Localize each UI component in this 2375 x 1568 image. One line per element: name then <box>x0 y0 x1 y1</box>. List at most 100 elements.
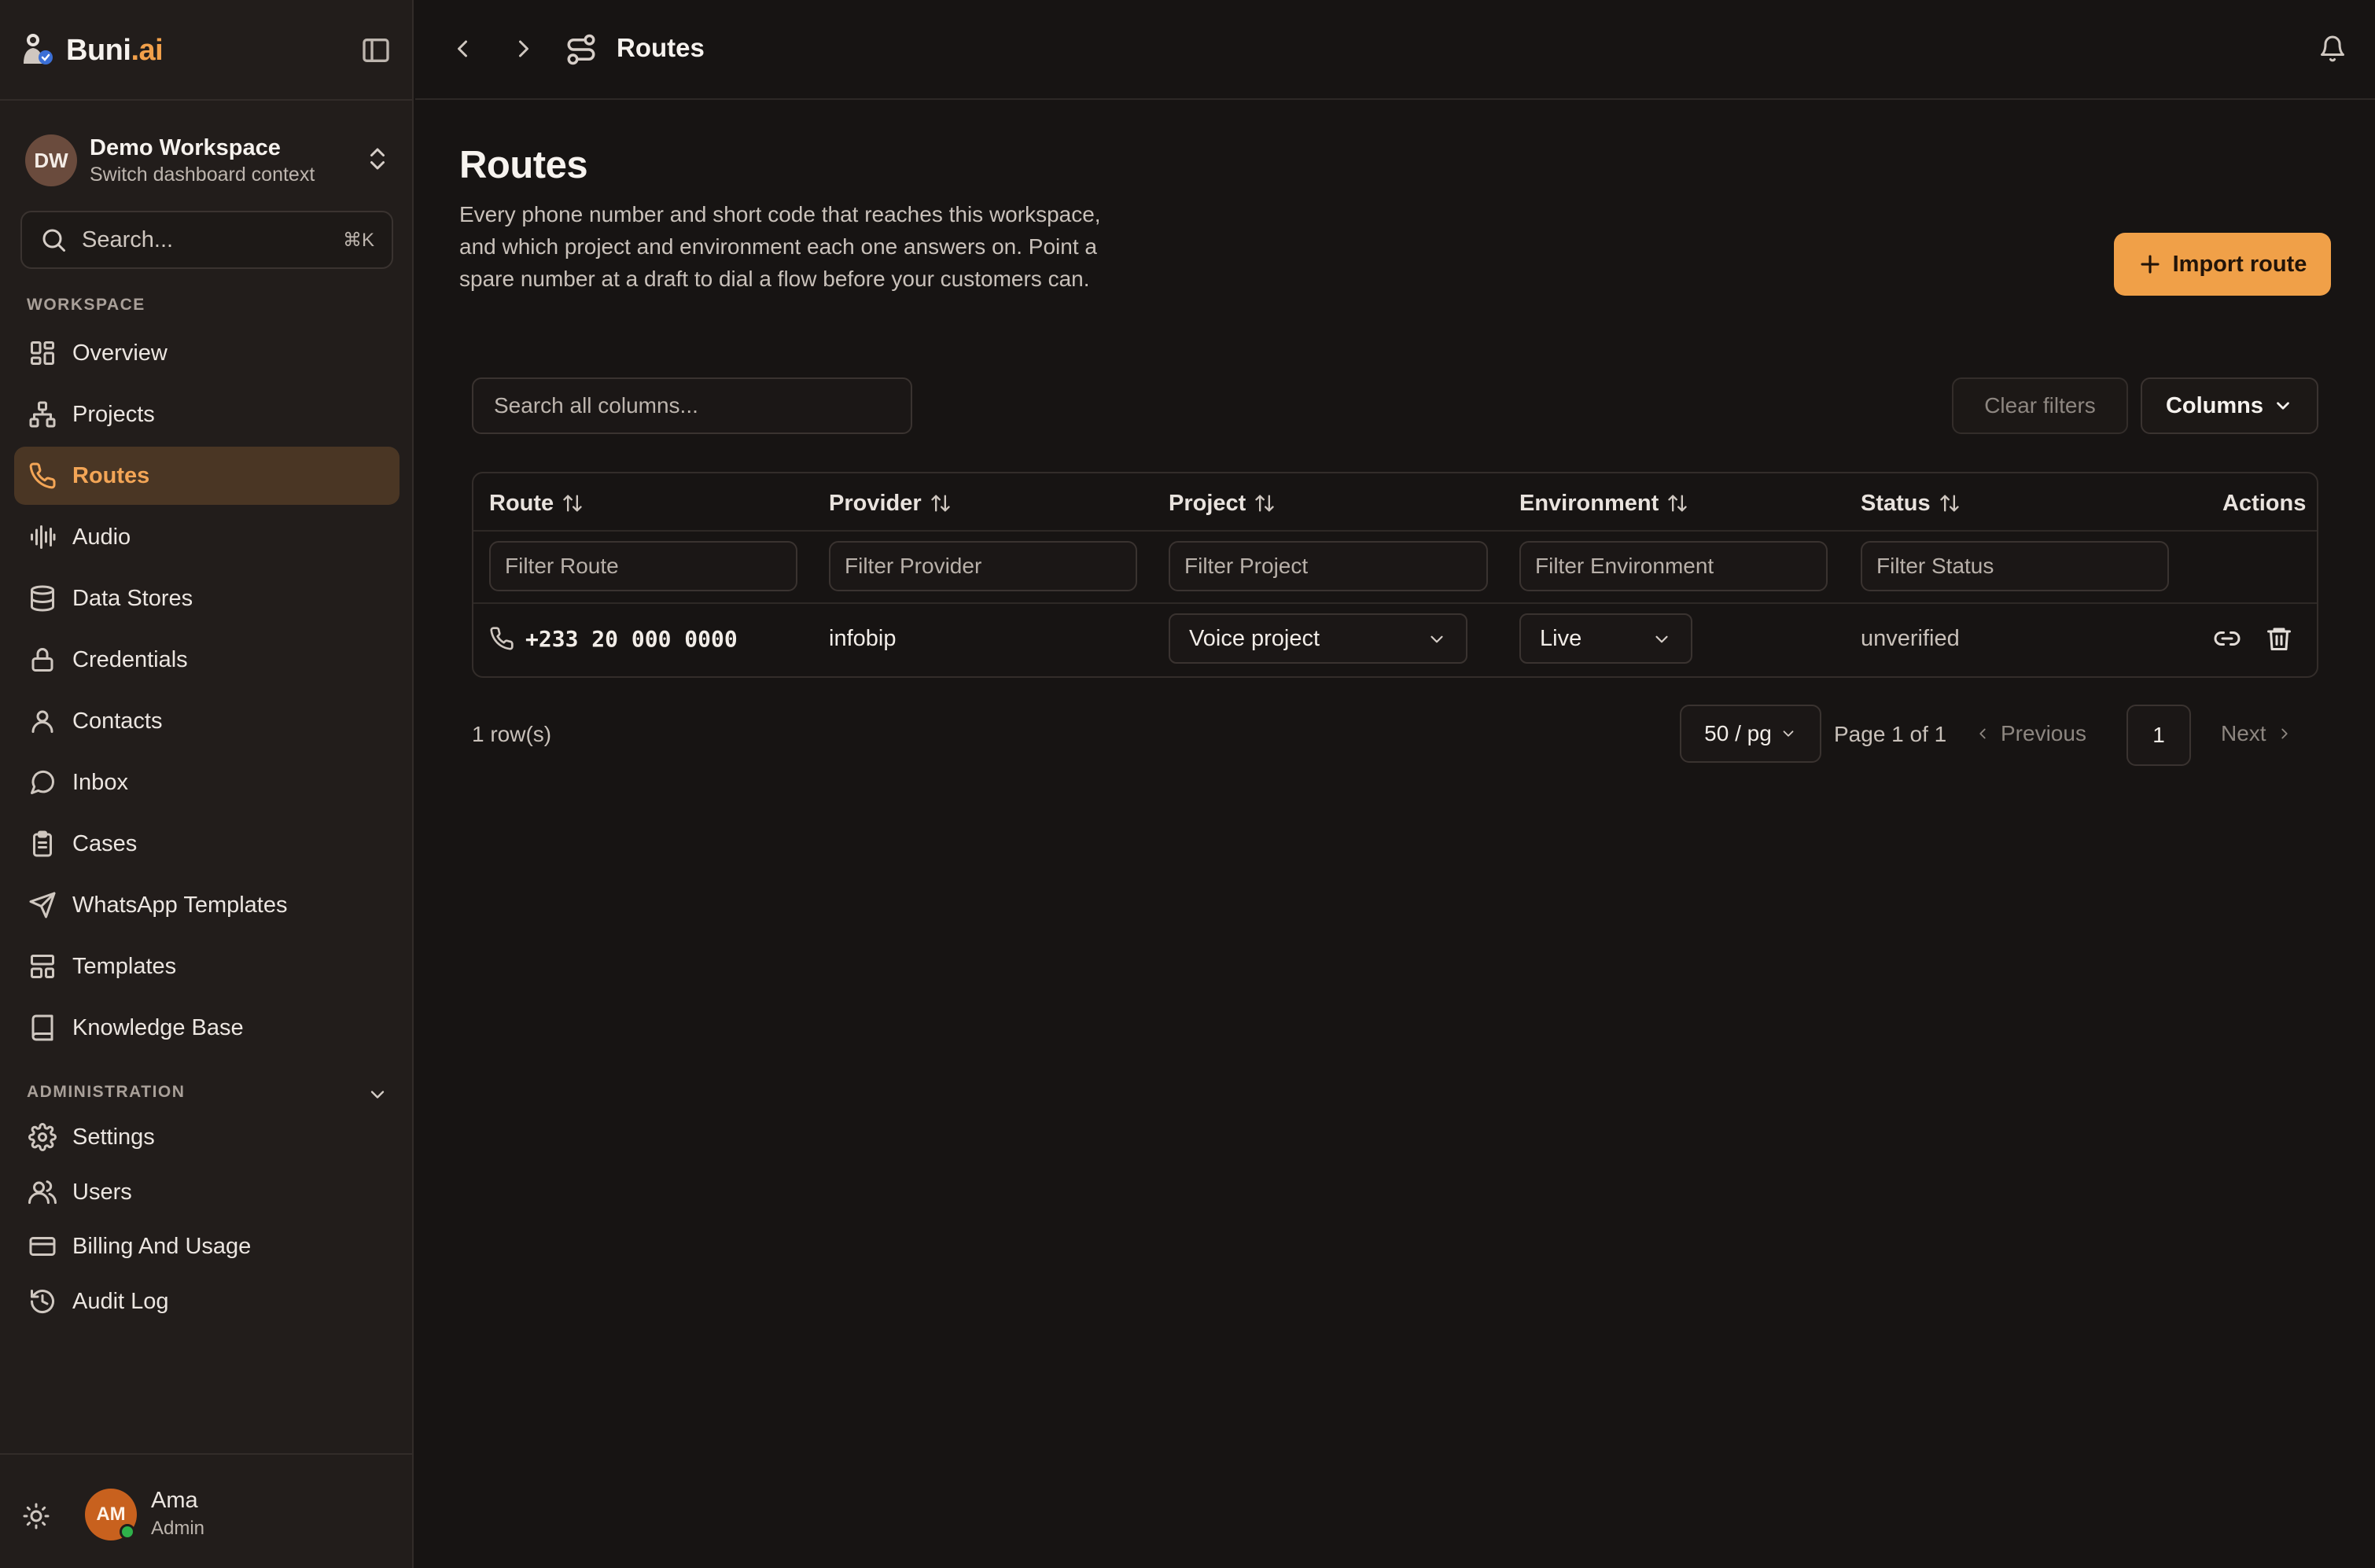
sidebar-item-contacts[interactable]: Contacts <box>14 692 400 750</box>
route-icon <box>565 33 598 66</box>
column-header-environment[interactable]: Environment <box>1519 489 1688 517</box>
sidebar-item-label: Knowledge Base <box>72 1014 244 1040</box>
sort-icon <box>1939 492 1961 514</box>
section-label-workspace: WORKSPACE <box>27 296 145 314</box>
clipboard-icon <box>28 830 57 858</box>
chevron-left-icon[interactable] <box>448 35 477 63</box>
columns-button[interactable]: Columns <box>2141 377 2318 434</box>
sidebar-item-data-stores[interactable]: Data Stores <box>14 569 400 628</box>
chevron-left-icon <box>1974 725 1991 742</box>
user-name: Ama <box>151 1488 198 1513</box>
environment-select-value: Live <box>1540 625 1582 651</box>
top-bar: Routes <box>415 0 2375 100</box>
sidebar-item-cases[interactable]: Cases <box>14 815 400 873</box>
route-number: +233 20 000 0000 <box>525 625 738 652</box>
chevron-down-icon <box>1651 629 1672 650</box>
page-info: Page 1 of 1 <box>1834 722 1947 746</box>
sidebar-item-users[interactable]: Users <box>14 1163 400 1221</box>
brand[interactable]: Buni.ai <box>17 30 164 71</box>
chevron-down-icon <box>2273 396 2293 416</box>
phone-icon <box>489 626 514 651</box>
sidebar-item-label: Inbox <box>72 769 128 795</box>
import-route-label: Import route <box>2172 251 2307 277</box>
previous-page-button[interactable]: Previous <box>1974 712 2086 755</box>
filter-provider-input[interactable]: Filter Provider <box>829 541 1137 591</box>
columns-label: Columns <box>2165 392 2264 418</box>
environment-select[interactable]: Live <box>1519 613 1692 664</box>
sidebar-toggle-icon[interactable] <box>360 35 392 66</box>
sidebar-search-input[interactable]: Search... ⌘K <box>20 211 393 269</box>
sidebar-item-label: Settings <box>72 1124 155 1150</box>
credit-card-icon <box>28 1232 57 1261</box>
row-count: 1 row(s) <box>472 722 552 746</box>
sidebar-item-label: Billing And Usage <box>72 1233 252 1259</box>
workspace-avatar: DW <box>25 134 77 186</box>
workspace-subtitle: Switch dashboard context <box>90 164 315 186</box>
sort-icon <box>1666 492 1688 514</box>
link-icon[interactable] <box>2213 624 2241 653</box>
grid-icon <box>28 339 57 367</box>
layout-icon <box>28 952 57 981</box>
sidebar-item-whatsapp-templates[interactable]: WhatsApp Templates <box>14 876 400 934</box>
sidebar-item-audio[interactable]: Audio <box>14 508 400 566</box>
sidebar-item-label: Audit Log <box>72 1288 169 1314</box>
audio-waveform-icon <box>28 523 57 551</box>
lock-icon <box>28 646 57 674</box>
filter-status-input[interactable]: Filter Status <box>1861 541 2169 591</box>
page-description: Every phone number and short code that r… <box>459 202 1101 291</box>
column-header-provider[interactable]: Provider <box>829 489 952 517</box>
column-header-status[interactable]: Status <box>1861 489 1961 517</box>
column-header-route[interactable]: Route <box>489 489 584 517</box>
buni-logo-icon <box>24 34 53 64</box>
phone-icon <box>28 462 57 490</box>
per-page-select[interactable]: 50 / pg <box>1680 705 1821 763</box>
project-select-value: Voice project <box>1189 625 1320 651</box>
sidebar-item-projects[interactable]: Projects <box>14 385 400 444</box>
chevron-right-icon <box>2276 725 2293 742</box>
sidebar-item-audit-log[interactable]: Audit Log <box>14 1272 400 1331</box>
sidebar-divider <box>0 99 412 101</box>
sidebar-item-templates[interactable]: Templates <box>14 937 400 996</box>
sidebar-item-label: Overview <box>72 340 168 366</box>
section-label-administration: ADMINISTRATION <box>27 1083 186 1101</box>
provider-cell: infobip <box>829 626 897 651</box>
column-header-project[interactable]: Project <box>1169 489 1276 517</box>
per-page-value: 50 / pg <box>1704 721 1772 745</box>
sidebar-item-billing[interactable]: Billing And Usage <box>14 1217 400 1275</box>
next-page-button[interactable]: Next <box>2221 712 2293 755</box>
filter-divider <box>473 602 2317 604</box>
sidebar-item-label: Projects <box>72 401 155 427</box>
sidebar-item-credentials[interactable]: Credentials <box>14 631 400 689</box>
page-number-button[interactable]: 1 <box>2126 705 2191 766</box>
sidebar-item-label: Audio <box>72 524 131 550</box>
import-route-button[interactable]: Import route <box>2114 233 2331 296</box>
table-search-input[interactable]: Search all columns... <box>472 377 912 434</box>
projects-icon <box>28 400 57 429</box>
sidebar-item-settings[interactable]: Settings <box>14 1108 400 1166</box>
sidebar-item-knowledge-base[interactable]: Knowledge Base <box>14 999 400 1057</box>
filter-project-input[interactable]: Filter Project <box>1169 541 1488 591</box>
sidebar-item-label: Routes <box>72 462 150 488</box>
route-cell: +233 20 000 0000 <box>489 623 738 654</box>
chevron-down-icon[interactable] <box>366 1084 388 1106</box>
plus-icon <box>2138 252 2162 276</box>
breadcrumb: Routes <box>617 33 705 62</box>
chevron-right-icon[interactable] <box>510 35 538 63</box>
bell-icon[interactable] <box>2318 35 2347 63</box>
clear-filters-button[interactable]: Clear filters <box>1952 377 2128 434</box>
chat-bubble-icon <box>28 768 57 797</box>
filter-route-input[interactable]: Filter Route <box>489 541 797 591</box>
user-role: Admin <box>151 1518 205 1539</box>
filter-environment-input[interactable]: Filter Environment <box>1519 541 1828 591</box>
sidebar-item-routes[interactable]: Routes <box>14 447 400 505</box>
sidebar-item-label: Data Stores <box>72 585 193 611</box>
sidebar-item-inbox[interactable]: Inbox <box>14 753 400 812</box>
sun-icon[interactable] <box>22 1502 50 1530</box>
sidebar-search-placeholder: Search... <box>82 226 174 252</box>
project-select[interactable]: Voice project <box>1169 613 1467 664</box>
user-icon <box>28 707 57 735</box>
sidebar-item-label: Cases <box>72 830 138 856</box>
trash-icon[interactable] <box>2265 624 2293 653</box>
workspace-switcher[interactable]: DW Demo Workspace Switch dashboard conte… <box>25 132 392 189</box>
sidebar-item-overview[interactable]: Overview <box>14 324 400 382</box>
